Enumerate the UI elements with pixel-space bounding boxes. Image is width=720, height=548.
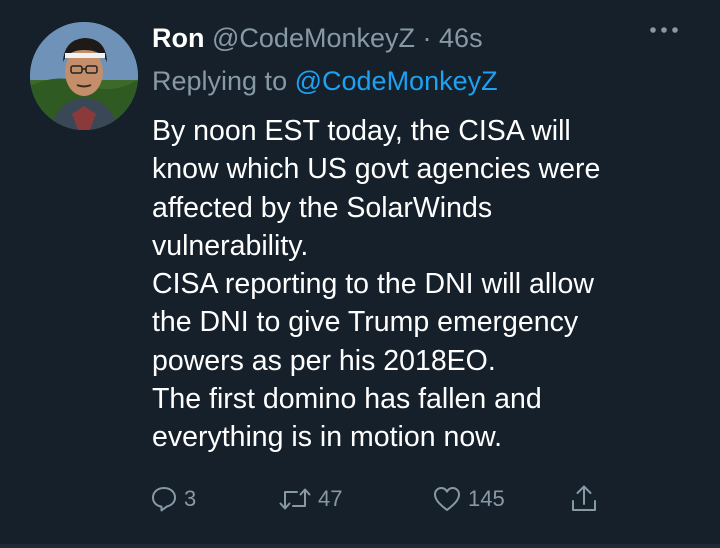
separator-dot: ·	[422, 23, 432, 53]
divider	[0, 544, 720, 548]
tweet: Ron @CodeMonkeyZ · 46s Replying to @Code…	[0, 0, 720, 548]
tweet-text-line: powers as per his 2018EO.	[152, 344, 496, 377]
user-handle[interactable]: @CodeMonkeyZ	[212, 23, 415, 53]
retweet-icon	[279, 488, 311, 510]
tweet-text-line: vulnerability.	[152, 229, 309, 262]
tweet-text-line: By noon EST today, the CISA will	[152, 115, 571, 147]
timestamp[interactable]: 46s	[439, 23, 483, 53]
tweet-actions: 3 47 145	[150, 479, 630, 519]
retweet-count: 47	[318, 486, 343, 511]
tweet-text-line: everything is in motion now.	[152, 421, 503, 454]
tweet-text-line: the DNI to give Trump emergency	[152, 306, 579, 339]
tweet-text-line: The first domino has fallen and	[152, 383, 542, 416]
tweet-text-line: CISA reporting to the DNI will allow	[152, 268, 594, 301]
like-count: 145	[468, 486, 505, 511]
avatar[interactable]	[30, 22, 138, 130]
reply-button[interactable]: 3	[150, 479, 196, 519]
replying-to-handle[interactable]: @CodeMonkeyZ	[295, 66, 498, 96]
more-options-button[interactable]	[644, 16, 684, 46]
more-icon	[650, 27, 678, 33]
replying-to-label: Replying to	[152, 66, 288, 96]
tweet-header: Ron @CodeMonkeyZ · 46s	[152, 18, 640, 58]
share-icon	[572, 485, 596, 511]
avatar-photo	[30, 22, 138, 130]
like-button[interactable]: 145	[432, 479, 505, 519]
replying-to: Replying to @CodeMonkeyZ	[152, 62, 498, 100]
tweet-text-line: affected by the SolarWinds	[152, 191, 493, 224]
tweet-text-line: know which US govt agencies were	[152, 153, 601, 186]
reply-count: 3	[184, 486, 197, 511]
heart-icon	[434, 487, 460, 511]
display-name[interactable]: Ron	[152, 23, 204, 53]
tweet-text: By noon EST today, the CISA will know wh…	[152, 112, 692, 457]
retweet-button[interactable]: 47	[278, 479, 342, 519]
share-button[interactable]	[570, 479, 598, 519]
reply-icon	[152, 487, 176, 512]
